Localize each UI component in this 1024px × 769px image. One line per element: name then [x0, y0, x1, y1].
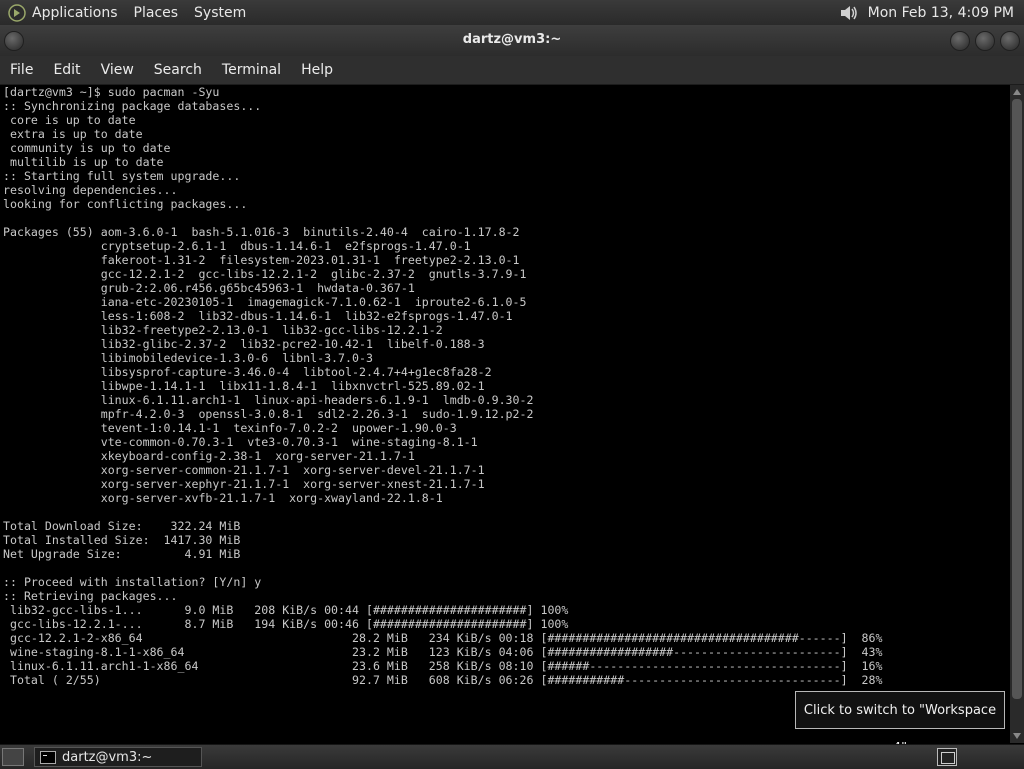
terminal-line: tevent-1:0.14.1-1 texinfo-7.0.2-2 upower…: [100, 421, 457, 435]
terminal-output: [dartz@vm3 ~]$ sudo pacman -Syu :: Synch…: [0, 85, 1010, 687]
terminal-line: gcc-libs-12.2.1-... 8.7 MiB 194 KiB/s 00…: [9, 617, 569, 631]
terminal-line: resolving dependencies...: [3, 183, 178, 197]
places-menu[interactable]: Places: [134, 5, 179, 21]
terminal-line: lib32-freetype2-2.13.0-1 lib32-gcc-libs-…: [100, 323, 443, 337]
workspace-switcher-icon[interactable]: [937, 748, 957, 766]
terminal-line: gcc-12.2.1-2 gcc-libs-12.2.1-2 glibc-2.3…: [100, 267, 527, 281]
terminal-line: lib32-glibc-2.37-2 lib32-pcre2-10.42-1 l…: [100, 337, 485, 351]
terminal-line: cryptsetup-2.6.1-1 dbus-1.14.6-1 e2fspro…: [100, 239, 471, 253]
taskbar-item-label: dartz@vm3:~: [62, 749, 153, 765]
menubar: File Edit View Search Terminal Help: [0, 56, 1024, 85]
terminal-scrollbar[interactable]: [1010, 85, 1024, 743]
terminal-line: Total Download Size: 322.24 MiB: [3, 519, 241, 533]
bottom-panel: dartz@vm3:~: [0, 744, 1024, 769]
terminal-line: extra is up to date: [9, 127, 143, 141]
terminal-line: less-1:608-2 lib32-dbus-1.14.6-1 lib32-e…: [100, 309, 513, 323]
scroll-down-arrow-icon[interactable]: [1013, 733, 1021, 739]
terminal-line: grub-2:2.06.r456.g65bc45963-1 hwdata-0.3…: [100, 281, 415, 295]
terminal-line: Net Upgrade Size: 4.91 MiB: [3, 547, 241, 561]
terminal-line: linux-6.1.11.arch1-1 linux-api-headers-6…: [100, 393, 534, 407]
terminal-line: vte-common-0.70.3-1 vte3-0.70.3-1 wine-s…: [100, 435, 478, 449]
workspace-tooltip: Click to switch to "Workspace 4": [795, 691, 1005, 756]
terminal-line: Total ( 2/55) 92.7 MiB 608 KiB/s 06:26 […: [9, 673, 883, 687]
distro-logo-icon[interactable]: [8, 3, 26, 22]
taskbar-item-terminal[interactable]: dartz@vm3:~: [34, 747, 202, 767]
terminal-area[interactable]: [dartz@vm3 ~]$ sudo pacman -Syu :: Synch…: [0, 85, 1010, 743]
scroll-up-arrow-icon[interactable]: [1013, 89, 1021, 95]
terminal-line: libwpe-1.14.1-1 libx11-1.8.4-1 libxnvctr…: [100, 379, 485, 393]
close-button[interactable]: [1000, 31, 1020, 51]
menu-file[interactable]: File: [0, 62, 43, 78]
terminal-line: fakeroot-1.31-2 filesystem-2023.01.31-1 …: [100, 253, 520, 267]
terminal-line: :: Starting full system upgrade...: [3, 169, 241, 183]
terminal-line: linux-6.1.11.arch1-1-x86_64 23.6 MiB 258…: [9, 659, 883, 673]
minimize-button[interactable]: [950, 31, 970, 51]
window-title: dartz@vm3:~: [462, 32, 562, 47]
terminal-line: libimobiledevice-1.3.0-6 libnl-3.7.0-3: [100, 351, 373, 365]
menu-search[interactable]: Search: [144, 62, 212, 78]
terminal-line: looking for conflicting packages...: [3, 197, 248, 211]
volume-icon[interactable]: [838, 3, 860, 23]
terminal-line: :: Synchronizing package databases...: [3, 99, 262, 113]
menu-terminal[interactable]: Terminal: [212, 62, 291, 78]
terminal-line: gcc-12.2.1-2-x86_64 28.2 MiB 234 KiB/s 0…: [9, 631, 883, 645]
top-panel: Applications Places System Mon Feb 13, 4…: [0, 0, 1024, 26]
terminal-line: Packages (55) aom-3.6.0-1 bash-5.1.016-3…: [3, 225, 520, 239]
terminal-line: [dartz@vm3 ~]$ sudo pacman -Syu: [3, 85, 220, 99]
terminal-line: xorg-server-xvfb-21.1.7-1 xorg-xwayland-…: [100, 491, 443, 505]
menu-edit[interactable]: Edit: [43, 62, 90, 78]
applications-menu[interactable]: Applications: [32, 5, 118, 21]
scrollbar-thumb[interactable]: [1012, 99, 1022, 699]
system-menu[interactable]: System: [194, 5, 246, 21]
terminal-line: xorg-server-xephyr-21.1.7-1 xorg-server-…: [100, 477, 485, 491]
terminal-line: :: Proceed with installation? [Y/n] y: [3, 575, 262, 589]
terminal-line: libsysprof-capture-3.46.0-4 libtool-2.4.…: [100, 365, 492, 379]
menu-view[interactable]: View: [91, 62, 144, 78]
terminal-line: iana-etc-20230105-1 imagemagick-7.1.0.62…: [100, 295, 527, 309]
window-titlebar[interactable]: dartz@vm3:~: [0, 25, 1024, 56]
terminal-line: xkeyboard-config-2.38-1 xorg-server-21.1…: [100, 449, 415, 463]
menu-help[interactable]: Help: [291, 62, 343, 78]
terminal-line: wine-staging-8.1-1-x86_64 23.2 MiB 123 K…: [9, 645, 883, 659]
terminal-line: lib32-gcc-libs-1... 9.0 MiB 208 KiB/s 00…: [9, 603, 569, 617]
clock[interactable]: Mon Feb 13, 4:09 PM: [868, 5, 1014, 21]
terminal-line: core is up to date: [9, 113, 136, 127]
terminal-icon: [40, 750, 56, 764]
terminal-line: mpfr-4.2.0-3 openssl-3.0.8-1 sdl2-2.26.3…: [100, 407, 534, 421]
terminal-line: xorg-server-common-21.1.7-1 xorg-server-…: [100, 463, 485, 477]
show-desktop-button[interactable]: [2, 748, 24, 766]
terminal-line: Total Installed Size: 1417.30 MiB: [3, 533, 241, 547]
maximize-button[interactable]: [975, 31, 995, 51]
terminal-line: community is up to date: [9, 141, 171, 155]
terminal-line: multilib is up to date: [9, 155, 164, 169]
terminal-line: :: Retrieving packages...: [3, 589, 178, 603]
